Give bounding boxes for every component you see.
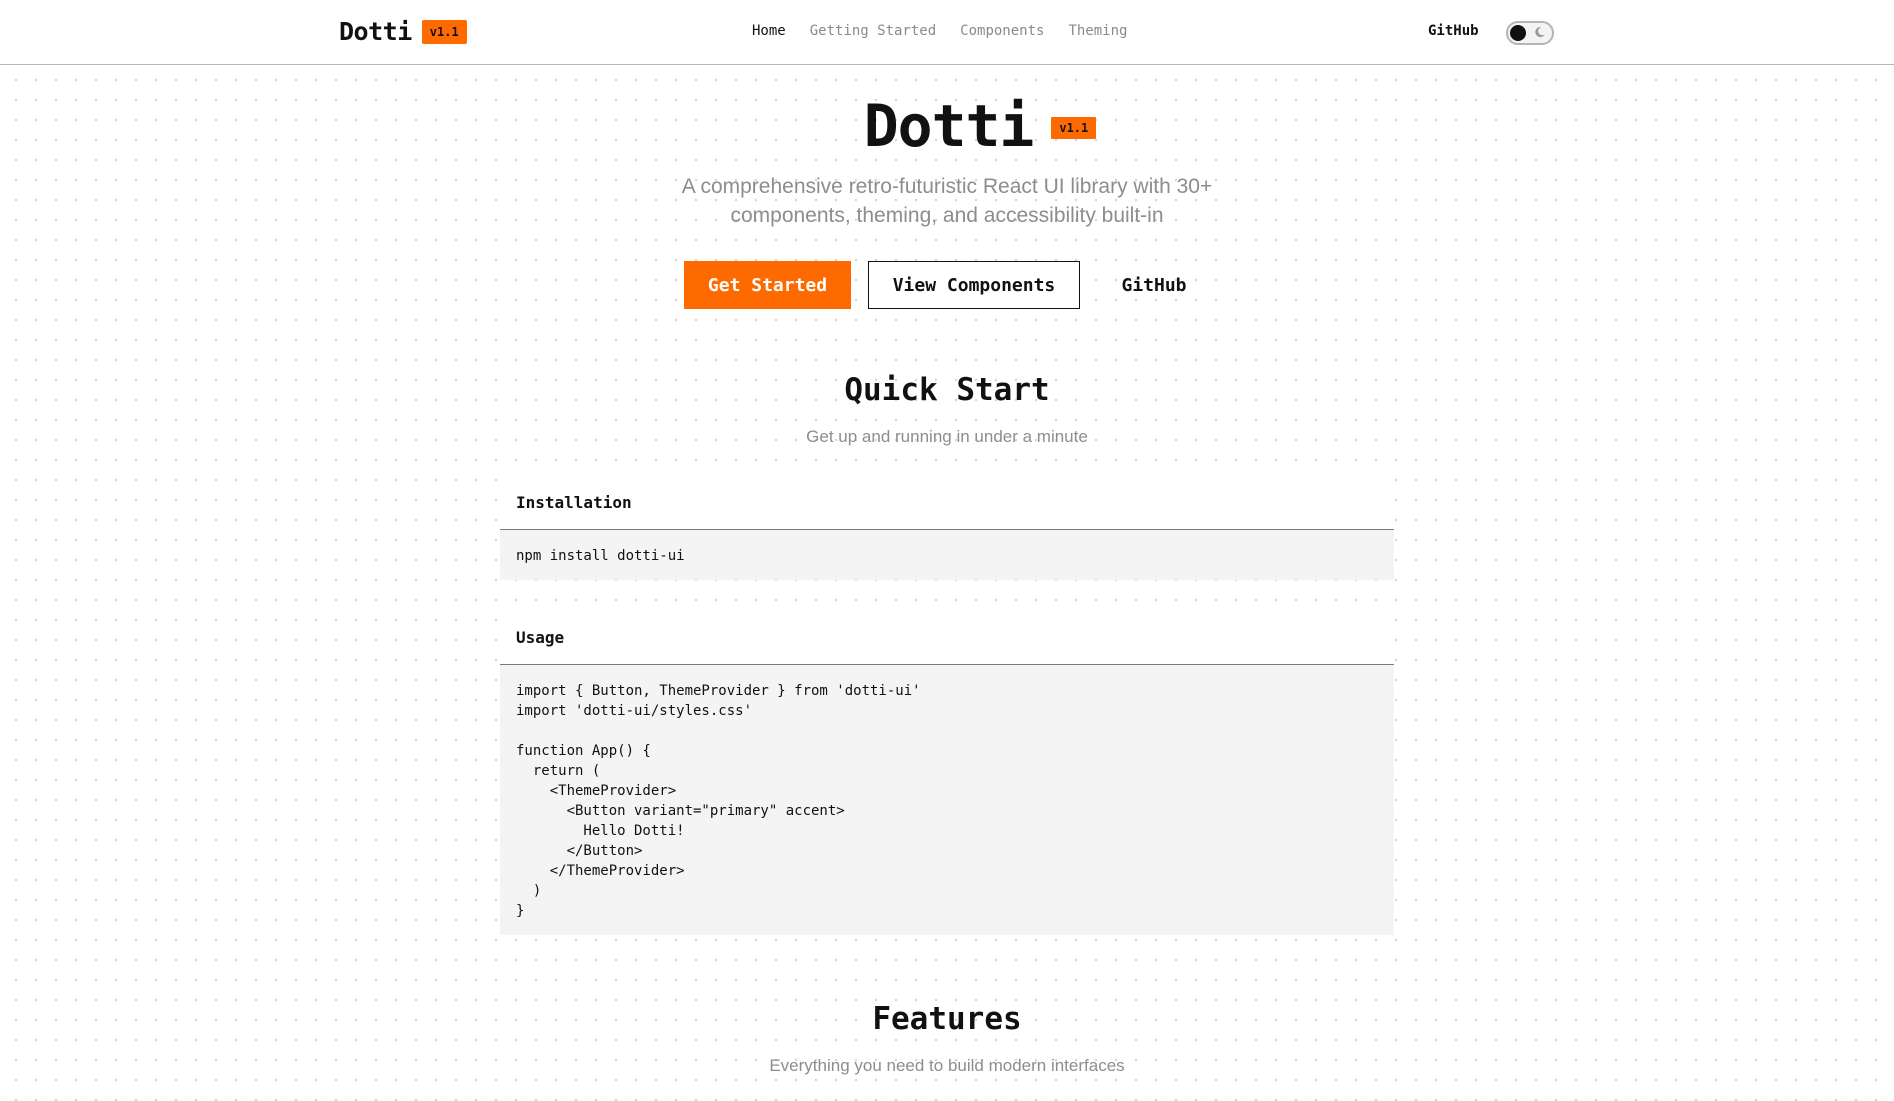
hero-version-badge: v1.1 [1051, 117, 1097, 139]
installation-card: Installation npm install dotti-ui [500, 476, 1394, 580]
get-started-button[interactable]: Get Started [684, 261, 851, 309]
quick-start-subtitle: Get up and running in under a minute [806, 427, 1088, 446]
features-title: Features [872, 1001, 1022, 1037]
brand-name[interactable]: Dotti [339, 17, 412, 46]
nav-link-theming[interactable]: Theming [1068, 23, 1127, 39]
github-button[interactable]: GitHub [1080, 261, 1228, 309]
moon-icon [1535, 27, 1545, 38]
top-navigation-bar: Dotti v1.1 Home Getting Started Componen… [0, 0, 1894, 65]
theme-toggle[interactable] [1506, 21, 1554, 45]
usage-card-title: Usage [500, 611, 1394, 665]
quick-start-title: Quick Start [844, 372, 1050, 408]
hero-title: Dotti [863, 92, 1035, 160]
version-badge: v1.1 [421, 19, 467, 44]
installation-code-block[interactable]: npm install dotti-ui [500, 530, 1394, 580]
nav-link-getting-started[interactable]: Getting Started [810, 23, 936, 39]
brand-logo[interactable]: Dotti v1.1 [339, 17, 467, 46]
toggle-knob [1510, 25, 1526, 41]
hero-actions: Get Started View Components GitHub [684, 261, 1228, 309]
hero-title-row: Dotti v1.1 [0, 92, 1894, 160]
nav-link-home[interactable]: Home [752, 23, 786, 39]
hero-subtitle: A comprehensive retro-futuristic React U… [681, 175, 1213, 227]
nav-link-components[interactable]: Components [960, 23, 1044, 39]
features-subtitle: Everything you need to build modern inte… [769, 1056, 1125, 1075]
usage-code-block[interactable]: import { Button, ThemeProvider } from 'd… [500, 665, 1394, 935]
header-github-link[interactable]: GitHub [1428, 23, 1479, 39]
installation-card-title: Installation [500, 476, 1394, 530]
view-components-button[interactable]: View Components [868, 261, 1080, 309]
usage-card: Usage import { Button, ThemeProvider } f… [500, 611, 1394, 935]
main-nav: Home Getting Started Components Theming [752, 23, 1127, 39]
